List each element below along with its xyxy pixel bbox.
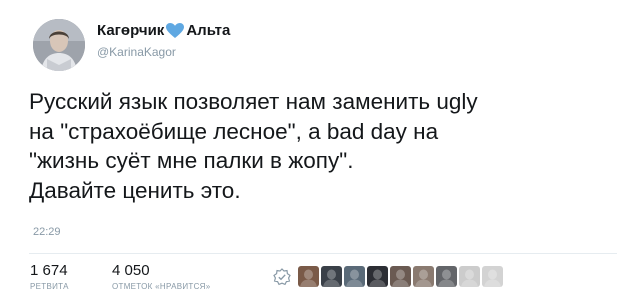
tweet-text-line: Русский язык позволяет нам заменить ugly bbox=[29, 89, 478, 114]
tweet-text-line: "жизнь суёт мне палки в жопу". bbox=[29, 148, 354, 173]
liker-avatar[interactable] bbox=[298, 266, 319, 287]
avatar-image bbox=[33, 19, 85, 71]
liker-avatar[interactable] bbox=[459, 266, 480, 287]
tweet-timestamp[interactable]: 22:29 bbox=[33, 226, 61, 238]
tweet-text-line: на "страхоёбище лесное", а bad day на bbox=[29, 118, 439, 144]
liker-avatar[interactable] bbox=[436, 266, 457, 287]
like-count-label: ОТМЕТОК «НРАВИТСЯ» bbox=[112, 282, 211, 291]
divider bbox=[29, 253, 617, 254]
liker-avatar[interactable] bbox=[367, 266, 388, 287]
avatar[interactable] bbox=[33, 19, 85, 71]
liker-avatar[interactable] bbox=[390, 266, 411, 287]
verified-badge-icon bbox=[273, 268, 291, 286]
liker-avatar[interactable] bbox=[413, 266, 434, 287]
liker-avatar[interactable] bbox=[482, 266, 503, 287]
like-count-value: 4 050 bbox=[112, 262, 150, 279]
liker-avatar[interactable] bbox=[321, 266, 342, 287]
username-handle[interactable]: @KarinaKagor bbox=[97, 45, 176, 59]
like-count[interactable]: 4 050 ОТМЕТОК «НРАВИТСЯ» bbox=[112, 262, 211, 292]
retweet-count-label: РЕТВИТА bbox=[30, 282, 69, 291]
display-name[interactable]: Кагөрчик Альта bbox=[97, 22, 230, 39]
blue-heart-icon bbox=[165, 22, 185, 39]
display-name-part2: Альта bbox=[186, 22, 231, 39]
tweet-text: Русский язык позволяет нам заменить ugly… bbox=[29, 87, 609, 205]
display-name-part1: Кагөрчик bbox=[97, 22, 165, 39]
tweet-card: Кагөрчик Альта @KarinaKagor Русский язык… bbox=[0, 0, 617, 305]
liker-avatar[interactable] bbox=[344, 266, 365, 287]
retweet-count-value: 1 674 bbox=[30, 262, 68, 279]
tweet-text-line: Давайте ценить это. bbox=[29, 177, 241, 203]
retweet-count[interactable]: 1 674 РЕТВИТА bbox=[30, 262, 69, 292]
